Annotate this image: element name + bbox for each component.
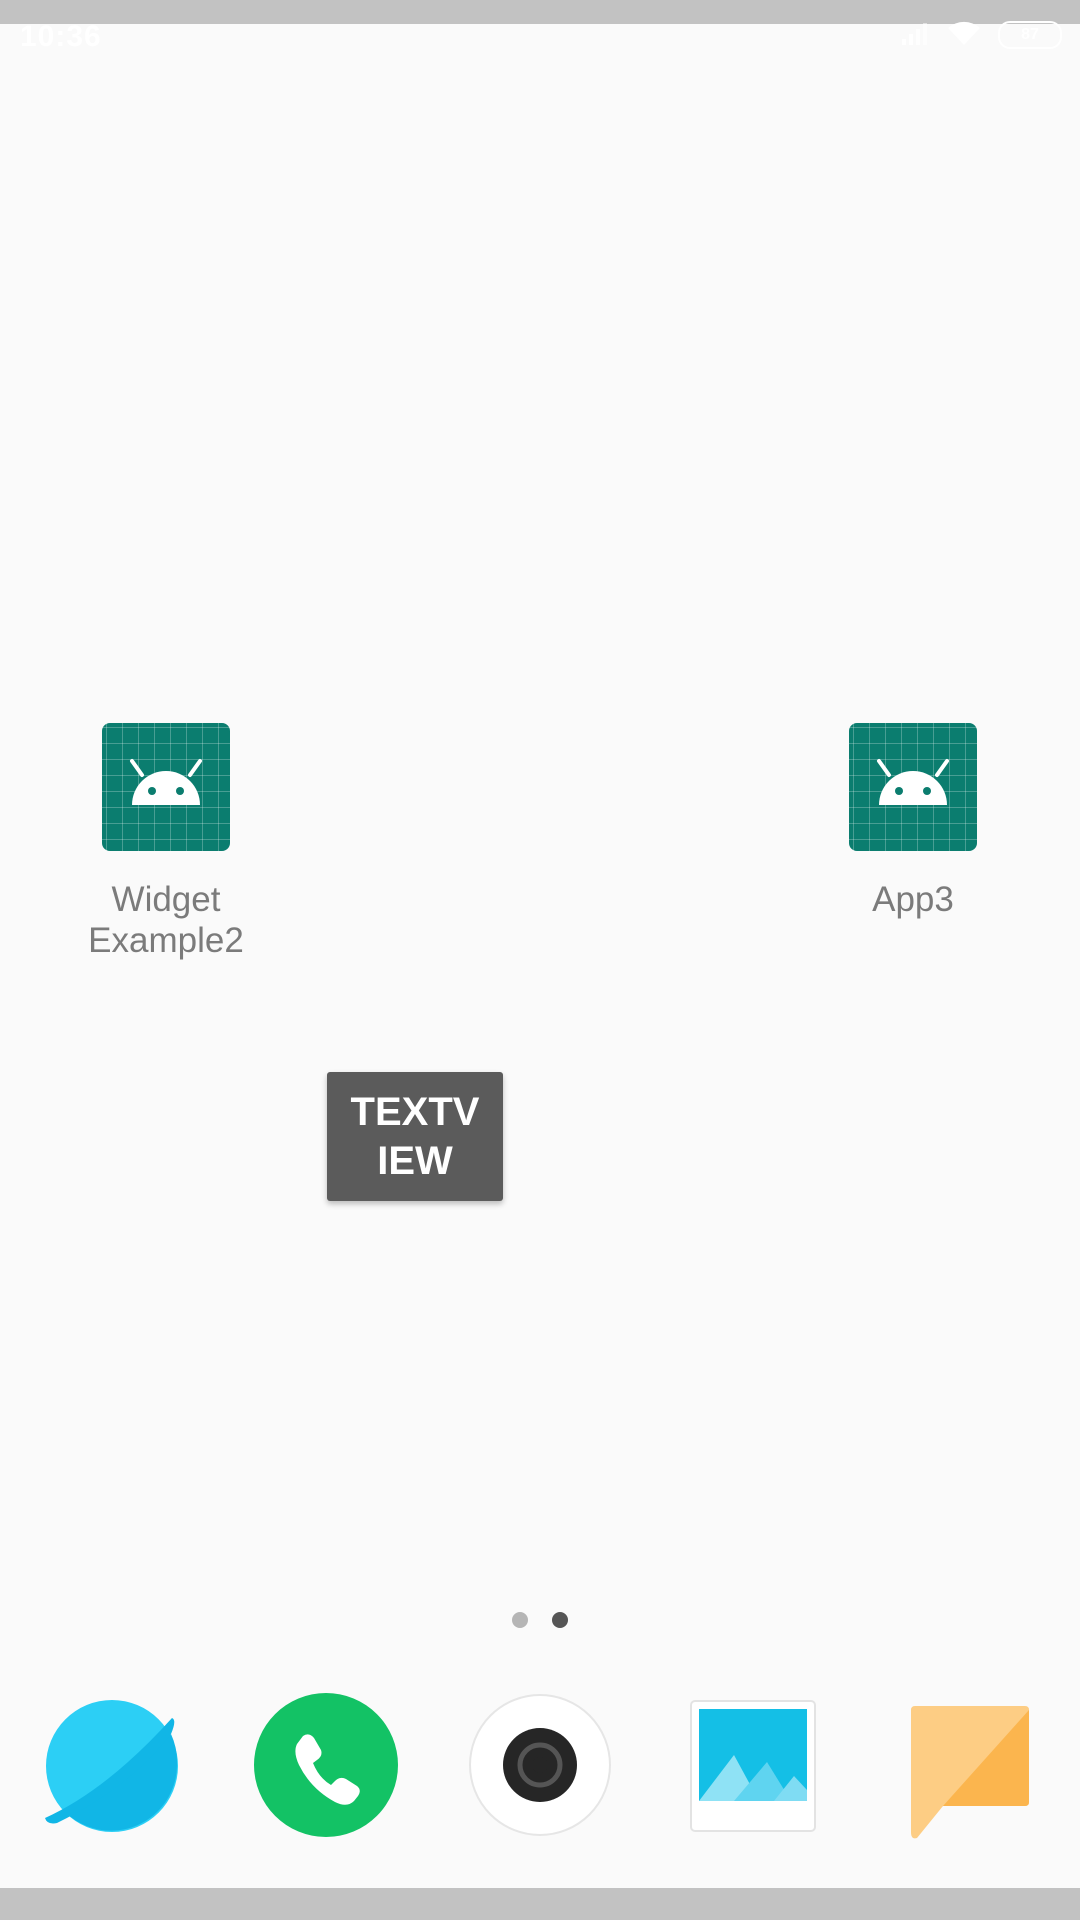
page-indicator [0,1612,1080,1628]
home-screen: 10:36 87 Widget Example2 App3 TEXTV IEW [0,0,1080,1920]
app-icon-app3[interactable]: App3 [813,723,1013,920]
status-time: 10:36 [20,20,102,53]
dock-gallery[interactable] [679,1690,829,1840]
dock-browser[interactable] [37,1690,187,1840]
dock [0,1690,1080,1840]
browser-planet-icon [45,1700,178,1832]
page-dot-active[interactable] [552,1612,568,1628]
dock-messaging[interactable] [893,1690,1043,1840]
android-app-icon [102,723,230,851]
gallery-icon [690,1700,816,1832]
status-icons: 87 [900,20,1062,50]
status-bar: 10:36 87 [0,0,1080,54]
navigation-bar [0,1888,1080,1920]
phone-icon [254,1693,398,1837]
app-label: Widget Example2 [88,880,244,960]
camera-icon [469,1694,611,1836]
battery-icon: 87 [998,21,1062,49]
app-label: App3 [872,880,954,919]
textview-widget[interactable]: TEXTV IEW [327,1072,503,1201]
wifi-icon [946,19,982,52]
dock-phone[interactable] [251,1690,401,1840]
page-dot[interactable] [512,1612,528,1628]
app-icon-widget-example2[interactable]: Widget Example2 [66,723,266,961]
message-bubble-icon [911,1706,1029,1839]
signal-icon [900,21,930,50]
dock-camera[interactable] [465,1690,615,1840]
android-app-icon [849,723,977,851]
